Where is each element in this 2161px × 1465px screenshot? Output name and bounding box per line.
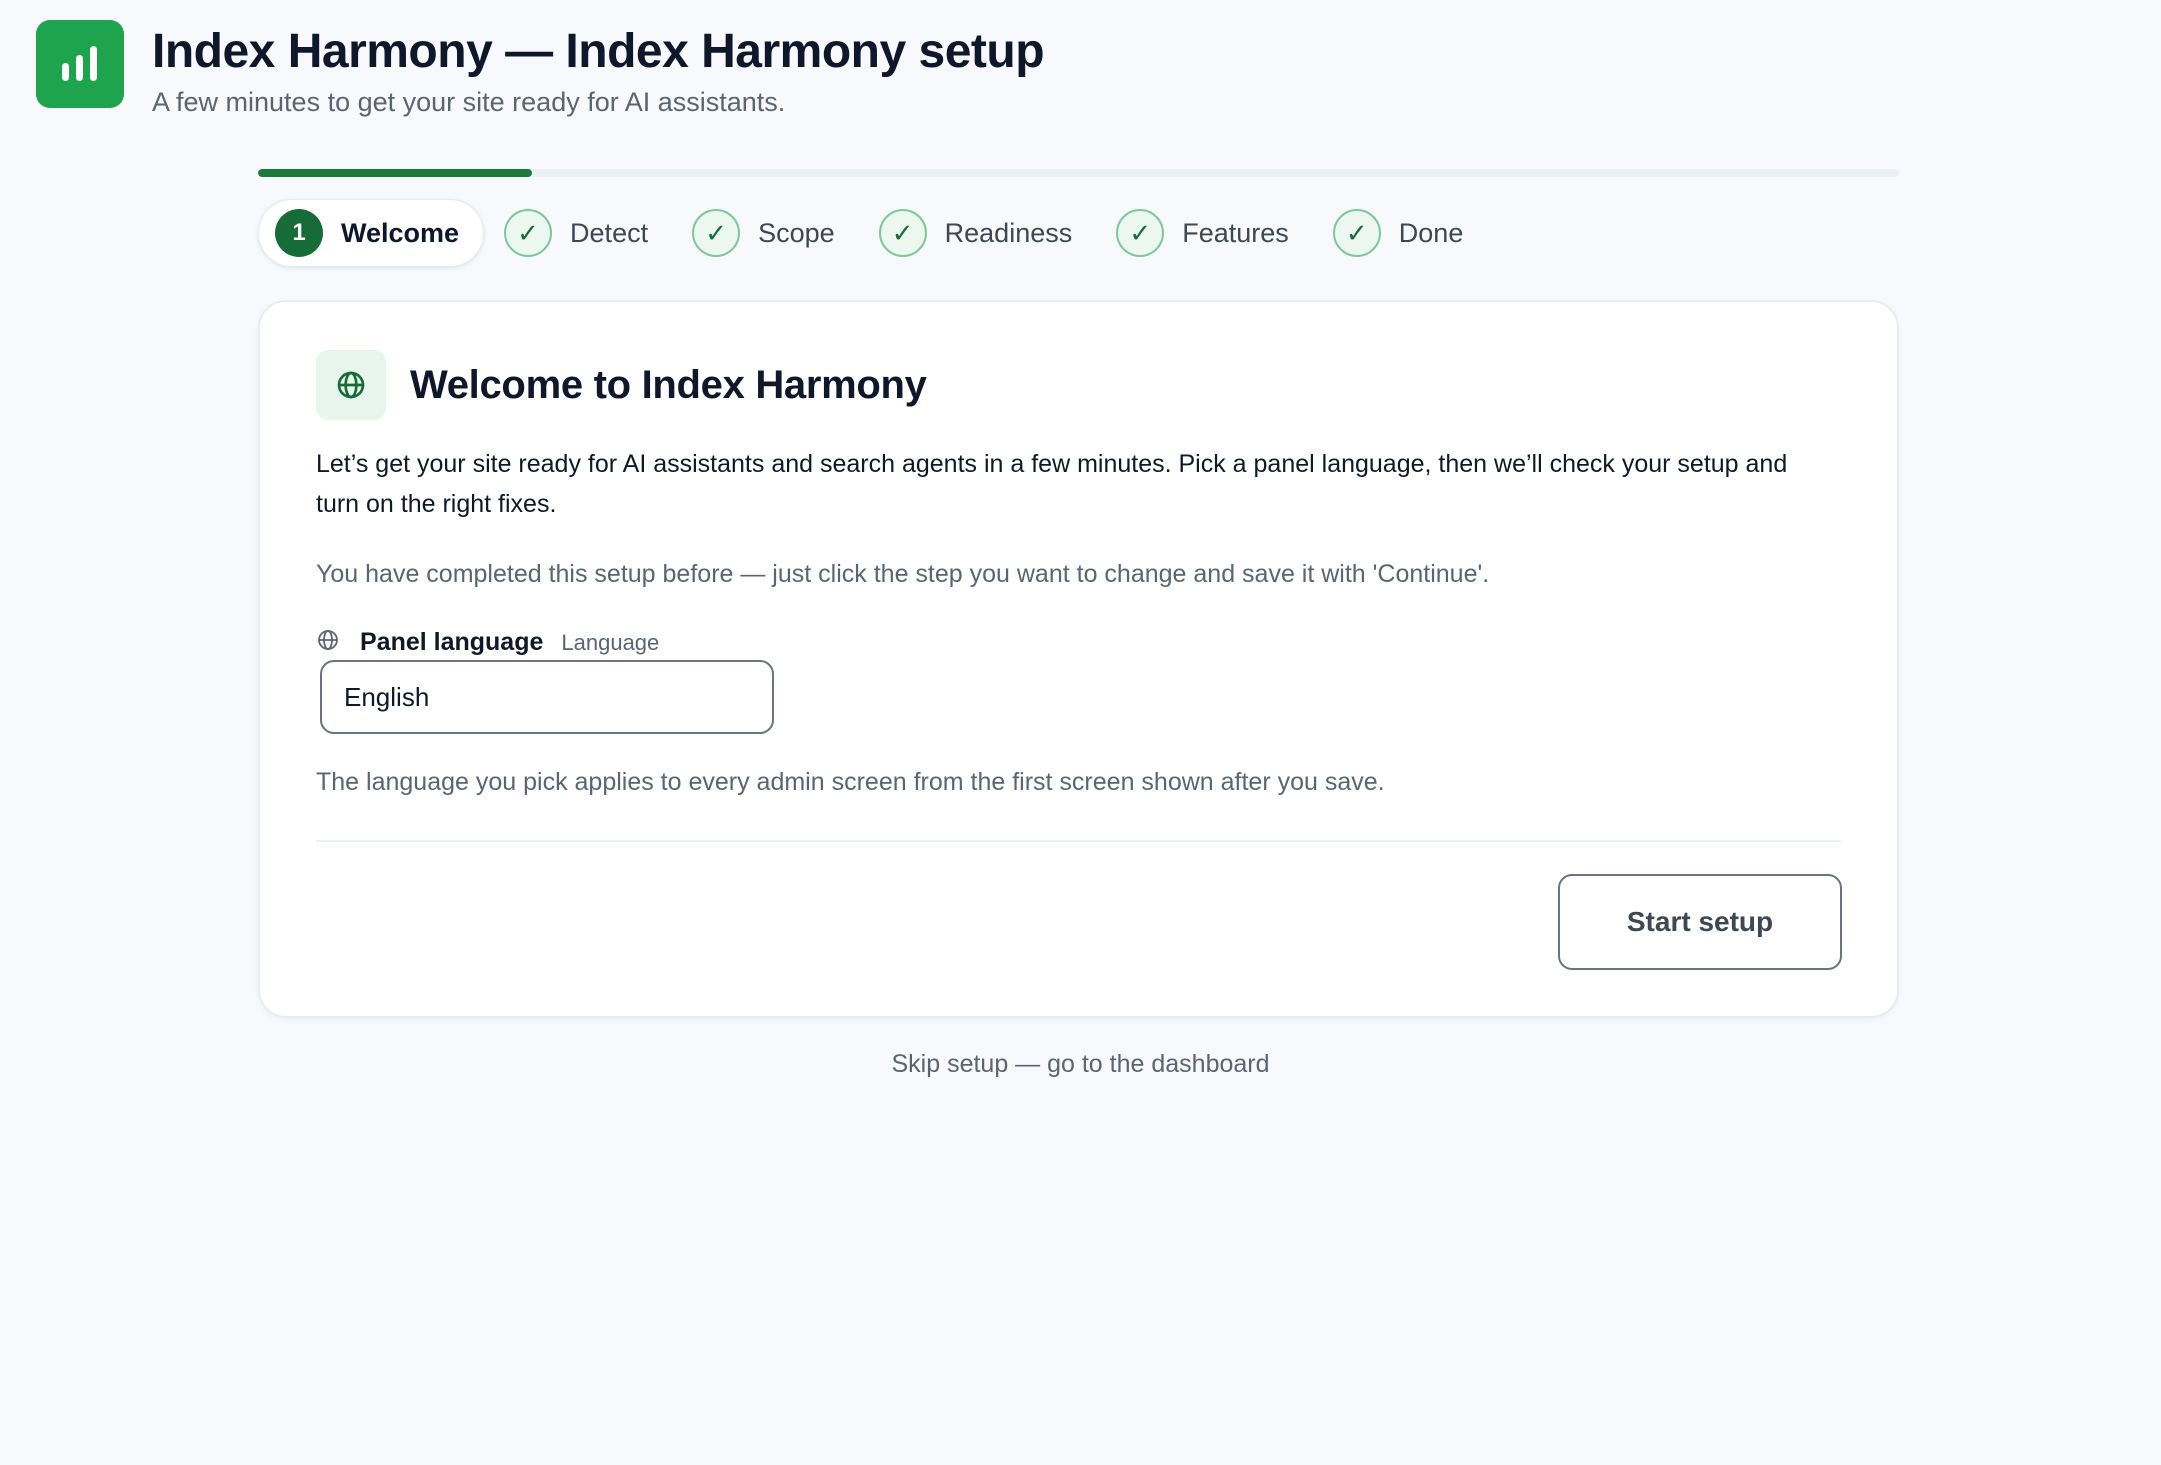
- header-text: Index Harmony — Index Harmony setup A fe…: [152, 22, 1045, 120]
- step-features[interactable]: ✓ Features: [1100, 199, 1313, 267]
- language-help-text: The language you pick applies to every a…: [316, 768, 1385, 796]
- step-label: Readiness: [944, 217, 1073, 248]
- check-icon: ✓: [1332, 209, 1381, 257]
- card-title: Welcome to Index Harmony: [410, 362, 927, 407]
- panel-language-value: English: [344, 681, 430, 712]
- step-label: Done: [1398, 217, 1464, 248]
- step-done[interactable]: ✓ Done: [1317, 199, 1488, 267]
- progress-bar: [258, 169, 1899, 177]
- step-number-badge: 1: [275, 209, 323, 257]
- check-icon: ✓: [1116, 209, 1165, 257]
- step-welcome[interactable]: 1 Welcome: [258, 199, 485, 267]
- check-icon: ✓: [692, 209, 741, 257]
- check-icon: ✓: [504, 209, 553, 257]
- bar-chart-icon: [36, 20, 124, 108]
- globe-icon: [316, 350, 386, 420]
- step-label: Detect: [570, 217, 649, 248]
- panel-language-select[interactable]: English: [320, 660, 774, 734]
- panel-language-sublabel: Language: [561, 629, 660, 655]
- repeat-setup-note: You have completed this setup before — j…: [316, 560, 1490, 588]
- progress-fill: [258, 169, 533, 177]
- setup-wizard-page: Index Harmony — Index Harmony setup A fe…: [0, 0, 2161, 1465]
- globe-icon: [316, 628, 340, 657]
- step-detect[interactable]: ✓ Detect: [488, 199, 672, 267]
- step-label: Scope: [758, 217, 835, 248]
- intro-text: Let’s get your site ready for AI assista…: [316, 450, 1788, 518]
- divider: [316, 840, 1841, 842]
- check-icon: ✓: [878, 209, 927, 257]
- step-label: Features: [1182, 217, 1289, 248]
- step-label: Welcome: [341, 217, 460, 248]
- panel-language-label-row: Panel language Language: [316, 628, 659, 657]
- skip-setup-link[interactable]: Skip setup — go to the dashboard: [0, 1050, 2161, 1079]
- app-subtitle: A few minutes to get your site ready for…: [152, 87, 786, 117]
- app-title: Index Harmony — Index Harmony setup: [152, 25, 1045, 78]
- header: Index Harmony — Index Harmony setup A fe…: [36, 20, 1045, 120]
- step-readiness[interactable]: ✓ Readiness: [863, 199, 1097, 267]
- welcome-card: Welcome to Index Harmony Let’s get your …: [258, 300, 1899, 1018]
- stepper: 1 Welcome ✓ Detect ✓ Scope ✓ Readiness ✓…: [258, 199, 1487, 267]
- start-setup-button[interactable]: Start setup: [1558, 874, 1842, 970]
- panel-language-label: Panel language: [360, 628, 544, 656]
- card-header: Welcome to Index Harmony: [316, 350, 927, 420]
- step-scope[interactable]: ✓ Scope: [676, 199, 859, 267]
